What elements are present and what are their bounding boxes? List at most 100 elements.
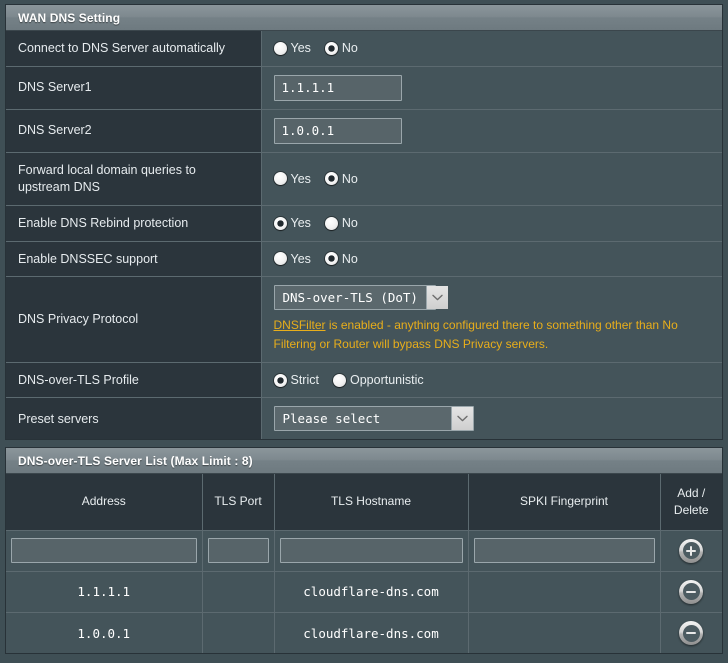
add-row-button[interactable] [679, 538, 704, 563]
cell-new-tls-hostname [274, 530, 469, 572]
plus-icon [682, 542, 700, 560]
cell-tls-hostname: cloudflare-dns.com [274, 571, 469, 613]
radio-dns-rebind-yes[interactable]: Yes [273, 216, 311, 230]
server-list-section-title: DNS-over-TLS Server List (Max Limit : 8) [18, 453, 253, 468]
minus-icon [682, 583, 700, 601]
dot-server-list-panel: DNS-over-TLS Server List (Max Limit : 8)… [5, 447, 723, 655]
row-dns-server2: DNS Server2 [6, 109, 722, 153]
bottom-spacer [5, 654, 723, 663]
radio-dot-icon[interactable] [273, 252, 287, 266]
value-preset-servers: Please select [261, 397, 722, 440]
radio-label: Strict [290, 373, 319, 387]
column-header-tls-port: TLS Port [202, 474, 275, 531]
new-address-input[interactable] [11, 538, 197, 564]
table-row: 1.1.1.1 cloudflare-dns.com [6, 571, 722, 613]
column-header-add-delete-line1: Add / [677, 485, 706, 500]
radio-label: Opportunistic [349, 373, 424, 387]
radio-group-dnssec: Yes No [273, 251, 713, 266]
radio-connect-auto-yes[interactable]: Yes [273, 41, 311, 56]
wan-dns-setting-panel: WAN DNS Setting Connect to DNS Server au… [5, 4, 723, 441]
radio-dnssec-yes[interactable]: Yes [273, 251, 311, 266]
chevron-down-icon[interactable] [425, 286, 448, 310]
radio-dot-icon[interactable] [324, 172, 338, 186]
radio-forward-local-yes[interactable]: Yes [273, 171, 311, 186]
radio-dot-icon[interactable] [332, 373, 346, 387]
cell-tls-port [202, 612, 275, 654]
value-dns-server1 [261, 66, 722, 110]
new-tls-port-input[interactable] [207, 538, 269, 564]
label-dns-server2: DNS Server2 [6, 109, 262, 153]
radio-forward-local-no[interactable]: No [324, 172, 358, 186]
row-privacy-protocol: DNS Privacy Protocol DNS-over-TLS (DoT) [6, 276, 722, 363]
dot-server-list-table: Address TLS Port TLS Hostname SPKI Finge… [6, 474, 722, 654]
value-dns-rebind: Yes No [261, 205, 722, 241]
radio-dns-rebind-no[interactable]: No [324, 216, 358, 231]
value-dns-server2 [261, 109, 722, 153]
value-privacy-protocol: DNS-over-TLS (DoT) DNSFilter is enabled … [261, 276, 722, 363]
label-dns-rebind: Enable DNS Rebind protection [6, 205, 262, 241]
label-dnssec: Enable DNSSEC support [6, 241, 262, 277]
new-tls-hostname-input[interactable] [279, 538, 463, 564]
column-header-add-delete: Add / Delete [660, 474, 722, 531]
column-header-spki-fingerprint: SPKI Fingerprint [468, 474, 661, 531]
minus-icon-bar [686, 631, 697, 635]
cell-tls-port [202, 571, 275, 613]
radio-label: Yes [290, 251, 311, 266]
delete-row-button[interactable] [679, 621, 704, 646]
preset-servers-select[interactable]: Please select [273, 406, 474, 432]
label-dot-profile: DNS-over-TLS Profile [6, 362, 262, 398]
column-header-add-delete-line2: Delete [673, 503, 709, 518]
cell-address: 1.0.0.1 [6, 612, 203, 654]
radio-dot-profile-strict[interactable]: Strict [273, 373, 319, 387]
cell-new-spki-fingerprint [468, 530, 661, 572]
cell-address: 1.1.1.1 [6, 571, 203, 613]
radio-dot-icon[interactable] [273, 41, 287, 55]
dnsfilter-warning: DNSFilter is enabled - anything configur… [274, 316, 713, 353]
column-header-address: Address [6, 474, 203, 531]
dns-privacy-protocol-select[interactable]: DNS-over-TLS (DoT) [273, 285, 448, 311]
radio-label: No [341, 216, 358, 231]
cell-tls-hostname: cloudflare-dns.com [274, 612, 469, 654]
radio-dot-icon[interactable] [324, 41, 338, 55]
value-forward-local: Yes No [261, 152, 722, 206]
radio-dot-icon[interactable] [324, 252, 338, 266]
radio-dnssec-no[interactable]: No [324, 252, 358, 266]
cell-new-action [660, 530, 722, 572]
chevron-down-icon[interactable] [450, 407, 473, 431]
new-spki-fingerprint-input[interactable] [473, 538, 655, 564]
cell-spki-fingerprint [468, 571, 661, 613]
radio-connect-auto-no[interactable]: No [324, 41, 358, 56]
radio-dot-profile-opportunistic[interactable]: Opportunistic [332, 373, 424, 387]
label-connect-auto: Connect to DNS Server automatically [6, 31, 262, 67]
dns-server1-input[interactable] [273, 74, 402, 101]
radio-dot-icon[interactable] [273, 216, 287, 230]
radio-dot-icon[interactable] [273, 172, 287, 186]
wan-dns-section-header: WAN DNS Setting [6, 5, 722, 31]
radio-label: No [341, 41, 358, 56]
column-header-tls-hostname: TLS Hostname [274, 474, 469, 531]
minus-icon [682, 624, 700, 642]
radio-group-connect-auto: Yes No [273, 41, 713, 56]
server-list-section-header: DNS-over-TLS Server List (Max Limit : 8) [6, 448, 722, 475]
delete-row-button[interactable] [679, 579, 704, 604]
dnsfilter-link[interactable]: DNSFilter [274, 318, 326, 332]
row-preset-servers: Preset servers Please select [6, 397, 722, 440]
wan-dns-section-title: WAN DNS Setting [18, 10, 121, 25]
value-dnssec: Yes No [261, 241, 722, 277]
cell-action [660, 612, 722, 654]
radio-dot-icon[interactable] [324, 216, 338, 230]
dnsfilter-warning-text: is enabled - anything configured there t… [273, 318, 678, 351]
radio-dot-icon[interactable] [273, 373, 287, 387]
minus-icon-bar [686, 590, 697, 594]
radio-label: Yes [290, 41, 311, 56]
row-forward-local: Forward local domain queries to upstream… [6, 152, 722, 206]
settings-page: WAN DNS Setting Connect to DNS Server au… [0, 0, 728, 655]
cell-spki-fingerprint [468, 612, 661, 654]
value-dot-profile: Strict Opportunistic [261, 362, 722, 398]
preset-servers-value: Please select [282, 411, 381, 427]
dns-server2-input[interactable] [273, 117, 402, 144]
label-dns-server1: DNS Server1 [6, 66, 262, 110]
radio-group-dns-rebind: Yes No [273, 216, 713, 231]
label-preset-servers: Preset servers [6, 397, 262, 440]
radio-label: Yes [290, 171, 311, 186]
